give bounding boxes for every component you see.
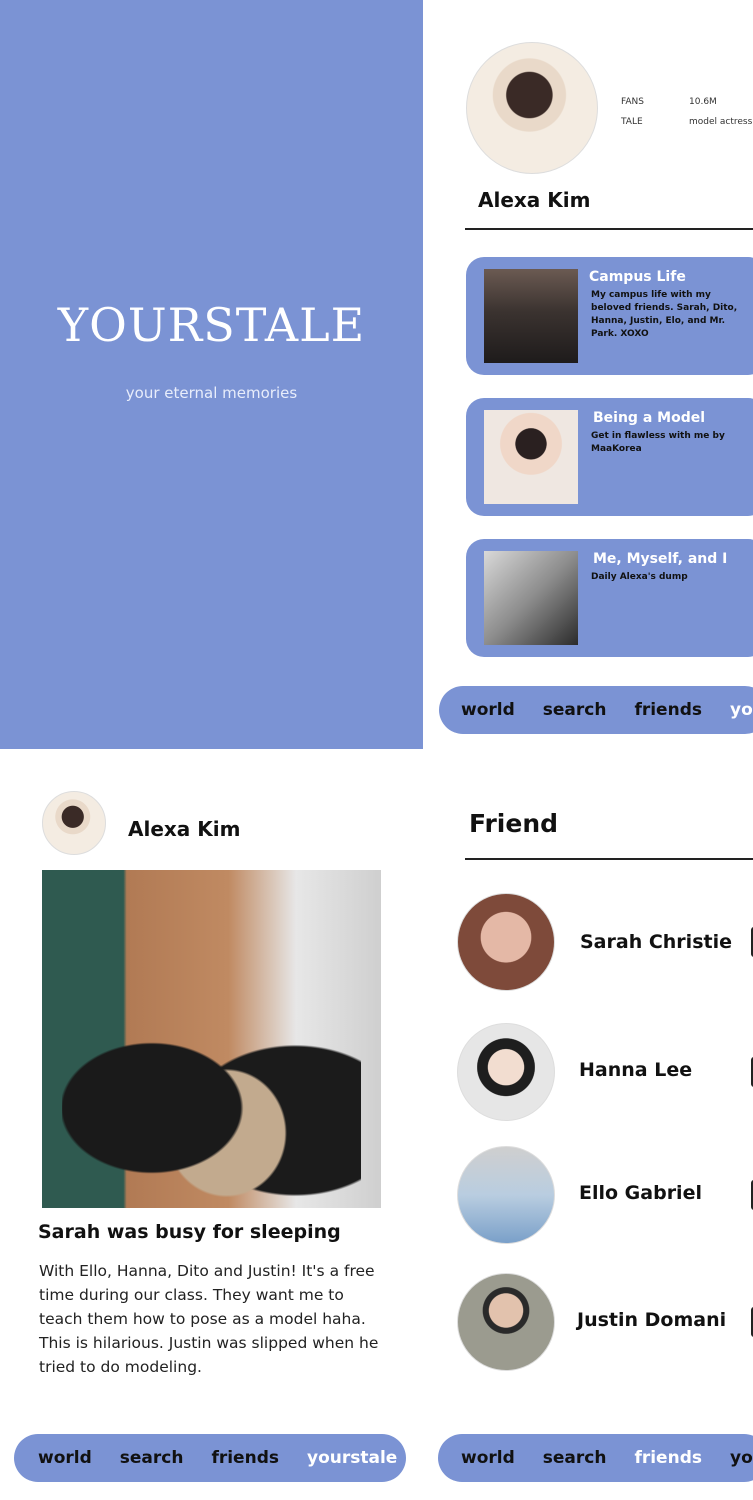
friend-row[interactable]: Justin Domani bbox=[457, 1273, 753, 1373]
nav-world[interactable]: world bbox=[461, 700, 515, 720]
tale-card-campus-life[interactable]: Campus Life My campus life with my belov… bbox=[466, 257, 753, 375]
friend-name: Hanna Lee bbox=[579, 1059, 693, 1081]
nav-search[interactable]: search bbox=[543, 700, 607, 720]
friend-row[interactable]: Hanna Lee bbox=[457, 1023, 753, 1123]
stat-label: FANS bbox=[621, 97, 644, 107]
profile-avatar[interactable] bbox=[466, 42, 598, 174]
friends-panel: Friend Sarah Christie Hanna Lee Ello Gab… bbox=[423, 749, 753, 1500]
nav-yourstale[interactable]: yourstale bbox=[307, 1448, 397, 1468]
friend-name: Ello Gabriel bbox=[579, 1182, 702, 1204]
photo-subjects bbox=[62, 958, 361, 1208]
stat-tale: TALE model actress l bbox=[621, 112, 753, 132]
nav-search[interactable]: search bbox=[120, 1448, 184, 1468]
stat-value: 10.6M bbox=[689, 97, 717, 107]
nav-friends[interactable]: friends bbox=[211, 1448, 279, 1468]
friend-avatar bbox=[457, 1146, 555, 1244]
tale-description: My campus life with my beloved friends. … bbox=[591, 290, 738, 339]
post-author-name[interactable]: Alexa Kim bbox=[128, 817, 240, 841]
bottom-nav: world search friends yourstale bbox=[14, 1434, 406, 1482]
stat-value: model actress l bbox=[689, 117, 753, 127]
app-tagline: your eternal memories bbox=[125, 384, 298, 402]
nav-world[interactable]: world bbox=[461, 1448, 515, 1468]
profile-stats: FANS 10.6M TALE model actress l bbox=[621, 92, 753, 132]
stat-fans: FANS 10.6M bbox=[621, 92, 753, 112]
divider bbox=[465, 858, 753, 860]
tale-thumbnail bbox=[484, 551, 578, 645]
post-body: With Ello, Hanna, Dito and Justin! It's … bbox=[39, 1262, 379, 1376]
profile-panel: FANS 10.6M TALE model actress l Alexa Ki… bbox=[423, 0, 753, 749]
friend-avatar bbox=[457, 1273, 555, 1371]
nav-friends[interactable]: friends bbox=[634, 1448, 702, 1468]
tale-title: Campus Life bbox=[589, 269, 686, 285]
tale-description: Get in flawless with me by MaaKorea bbox=[591, 431, 725, 454]
friends-title: Friend bbox=[469, 809, 559, 838]
friend-row[interactable]: Ello Gabriel bbox=[457, 1146, 753, 1246]
friend-name: Sarah Christie bbox=[580, 931, 732, 953]
nav-search[interactable]: search bbox=[543, 1448, 607, 1468]
bottom-nav: world search friends you bbox=[439, 686, 753, 734]
post-panel: Alexa Kim Sarah was busy for sleeping Wi… bbox=[0, 749, 423, 1500]
nav-friends[interactable]: friends bbox=[634, 700, 702, 720]
app-logo-text: YOURSTALE bbox=[57, 298, 366, 352]
friend-avatar bbox=[457, 1023, 555, 1121]
stat-label: TALE bbox=[621, 117, 643, 127]
tale-thumbnail bbox=[484, 269, 578, 363]
divider bbox=[465, 228, 753, 230]
post-title: Sarah was busy for sleeping bbox=[38, 1221, 341, 1243]
tale-title: Me, Myself, and I bbox=[593, 551, 728, 567]
tale-card-me-myself-and-i[interactable]: Me, Myself, and I Daily Alexa's dump bbox=[466, 539, 753, 657]
nav-yourstale[interactable]: you bbox=[730, 700, 753, 720]
tale-thumbnail bbox=[484, 410, 578, 504]
nav-world[interactable]: world bbox=[38, 1448, 92, 1468]
post-author-avatar[interactable] bbox=[42, 791, 106, 855]
bottom-nav: world search friends you bbox=[438, 1434, 753, 1482]
nav-yourstale[interactable]: you bbox=[730, 1448, 753, 1468]
splash-panel: YOURSTALE your eternal memories bbox=[0, 0, 423, 749]
tale-title: Being a Model bbox=[593, 410, 706, 426]
tale-card-being-a-model[interactable]: Being a Model Get in flawless with me by… bbox=[466, 398, 753, 516]
friend-avatar bbox=[457, 893, 555, 991]
friend-row[interactable]: Sarah Christie bbox=[457, 893, 753, 993]
tale-description: Daily Alexa's dump bbox=[591, 572, 688, 582]
profile-name: Alexa Kim bbox=[478, 188, 591, 212]
friend-name: Justin Domani bbox=[577, 1309, 727, 1331]
post-photo[interactable] bbox=[42, 870, 381, 1208]
